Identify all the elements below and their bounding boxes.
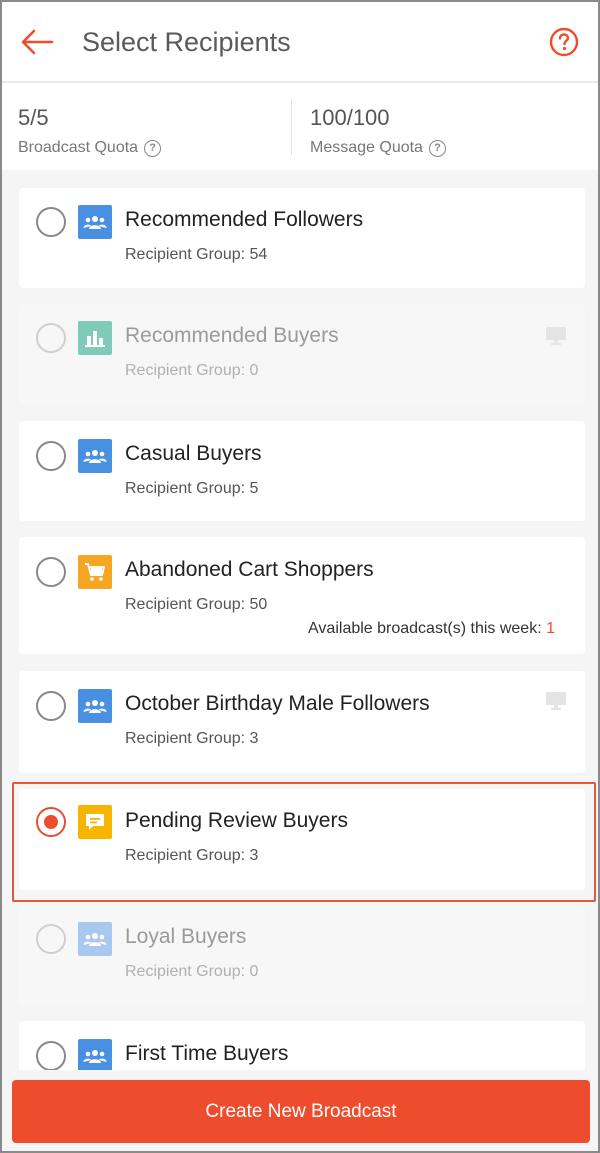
chat-icon xyxy=(78,805,112,839)
broadcast-quota-label-row: Broadcast Quota ? xyxy=(18,139,162,157)
question-circle-icon[interactable]: ? xyxy=(428,139,446,157)
group-title: First Time Buyers xyxy=(125,1042,289,1065)
cart-icon xyxy=(78,555,112,589)
group-title: October Birthday Male Followers xyxy=(125,692,430,715)
recipient-group-card: Recommended Buyers Recipient Group: 0 xyxy=(19,304,585,404)
group-title: Pending Review Buyers xyxy=(125,809,348,832)
broadcast-quota: 5/5 Broadcast Quota ? xyxy=(18,83,288,170)
recipient-group-card: Loyal Buyers Recipient Group: 0 xyxy=(19,905,585,1005)
arrow-left-icon xyxy=(21,29,54,55)
users-icon xyxy=(78,922,112,956)
quota-divider xyxy=(291,99,292,155)
recipient-group-card-selected[interactable]: Pending Review Buyers Recipient Group: 3 xyxy=(19,789,585,890)
broadcast-quota-label: Broadcast Quota xyxy=(18,139,139,156)
available-broadcast-count: 1 xyxy=(546,620,555,637)
monitor-icon xyxy=(546,692,566,710)
question-circle-icon xyxy=(549,27,579,57)
radio-button xyxy=(36,323,66,353)
message-quota: 100/100 Message Quota ? xyxy=(310,83,580,170)
message-quota-value: 100/100 xyxy=(310,105,390,130)
radio-button xyxy=(36,924,66,954)
group-count: Recipient Group: 3 xyxy=(125,730,259,747)
radio-button[interactable] xyxy=(36,207,66,237)
group-title: Loyal Buyers xyxy=(125,925,247,948)
recipient-group-card[interactable]: Abandoned Cart Shoppers Recipient Group:… xyxy=(19,537,585,654)
message-quota-label: Message Quota xyxy=(310,139,423,156)
radio-button-selected[interactable] xyxy=(36,807,66,837)
recipient-group-card[interactable]: Recommended Followers Recipient Group: 5… xyxy=(19,188,585,288)
group-title: Recommended Followers xyxy=(125,208,364,231)
available-broadcast-label: Available broadcast(s) this week: xyxy=(308,620,542,637)
radio-button[interactable] xyxy=(36,557,66,587)
create-new-broadcast-button[interactable]: Create New Broadcast xyxy=(12,1080,590,1143)
users-icon xyxy=(78,439,112,473)
available-broadcast-info: Available broadcast(s) this week: 1 xyxy=(308,620,555,638)
quota-panel: 5/5 Broadcast Quota ? 100/100 Message Qu… xyxy=(2,83,598,170)
bar-chart-icon xyxy=(78,321,112,355)
recipient-group-card[interactable]: Casual Buyers Recipient Group: 5 xyxy=(19,421,585,521)
recipient-group-card[interactable]: October Birthday Male Followers Recipien… xyxy=(19,671,585,773)
group-title: Abandoned Cart Shoppers xyxy=(125,558,374,581)
group-title: Recommended Buyers xyxy=(125,324,339,347)
radio-button[interactable] xyxy=(36,1041,66,1071)
group-count: Recipient Group: 0 xyxy=(125,362,259,379)
help-button[interactable] xyxy=(548,26,580,58)
radio-button[interactable] xyxy=(36,441,66,471)
back-button[interactable] xyxy=(18,24,56,60)
radio-button[interactable] xyxy=(36,691,66,721)
monitor-icon xyxy=(546,327,566,345)
broadcast-quota-value: 5/5 xyxy=(18,105,49,130)
recipient-group-list: Recommended Followers Recipient Group: 5… xyxy=(2,170,598,1101)
group-count: Recipient Group: 0 xyxy=(125,963,259,980)
users-icon xyxy=(78,205,112,239)
group-count: Recipient Group: 3 xyxy=(125,847,259,864)
group-count: Recipient Group: 5 xyxy=(125,480,259,497)
bottom-action-bar: Create New Broadcast xyxy=(2,1070,598,1151)
users-icon xyxy=(78,1039,112,1073)
top-bar: Select Recipients xyxy=(2,2,598,82)
group-count: Recipient Group: 54 xyxy=(125,246,268,263)
group-title: Casual Buyers xyxy=(125,442,262,465)
app-frame: Select Recipients 5/5 Broadcast Quota ? … xyxy=(0,0,600,1153)
question-circle-icon[interactable]: ? xyxy=(144,139,162,157)
page-title: Select Recipients xyxy=(82,27,291,57)
users-icon xyxy=(78,689,112,723)
group-count: Recipient Group: 50 xyxy=(125,596,268,613)
message-quota-label-row: Message Quota ? xyxy=(310,139,446,157)
